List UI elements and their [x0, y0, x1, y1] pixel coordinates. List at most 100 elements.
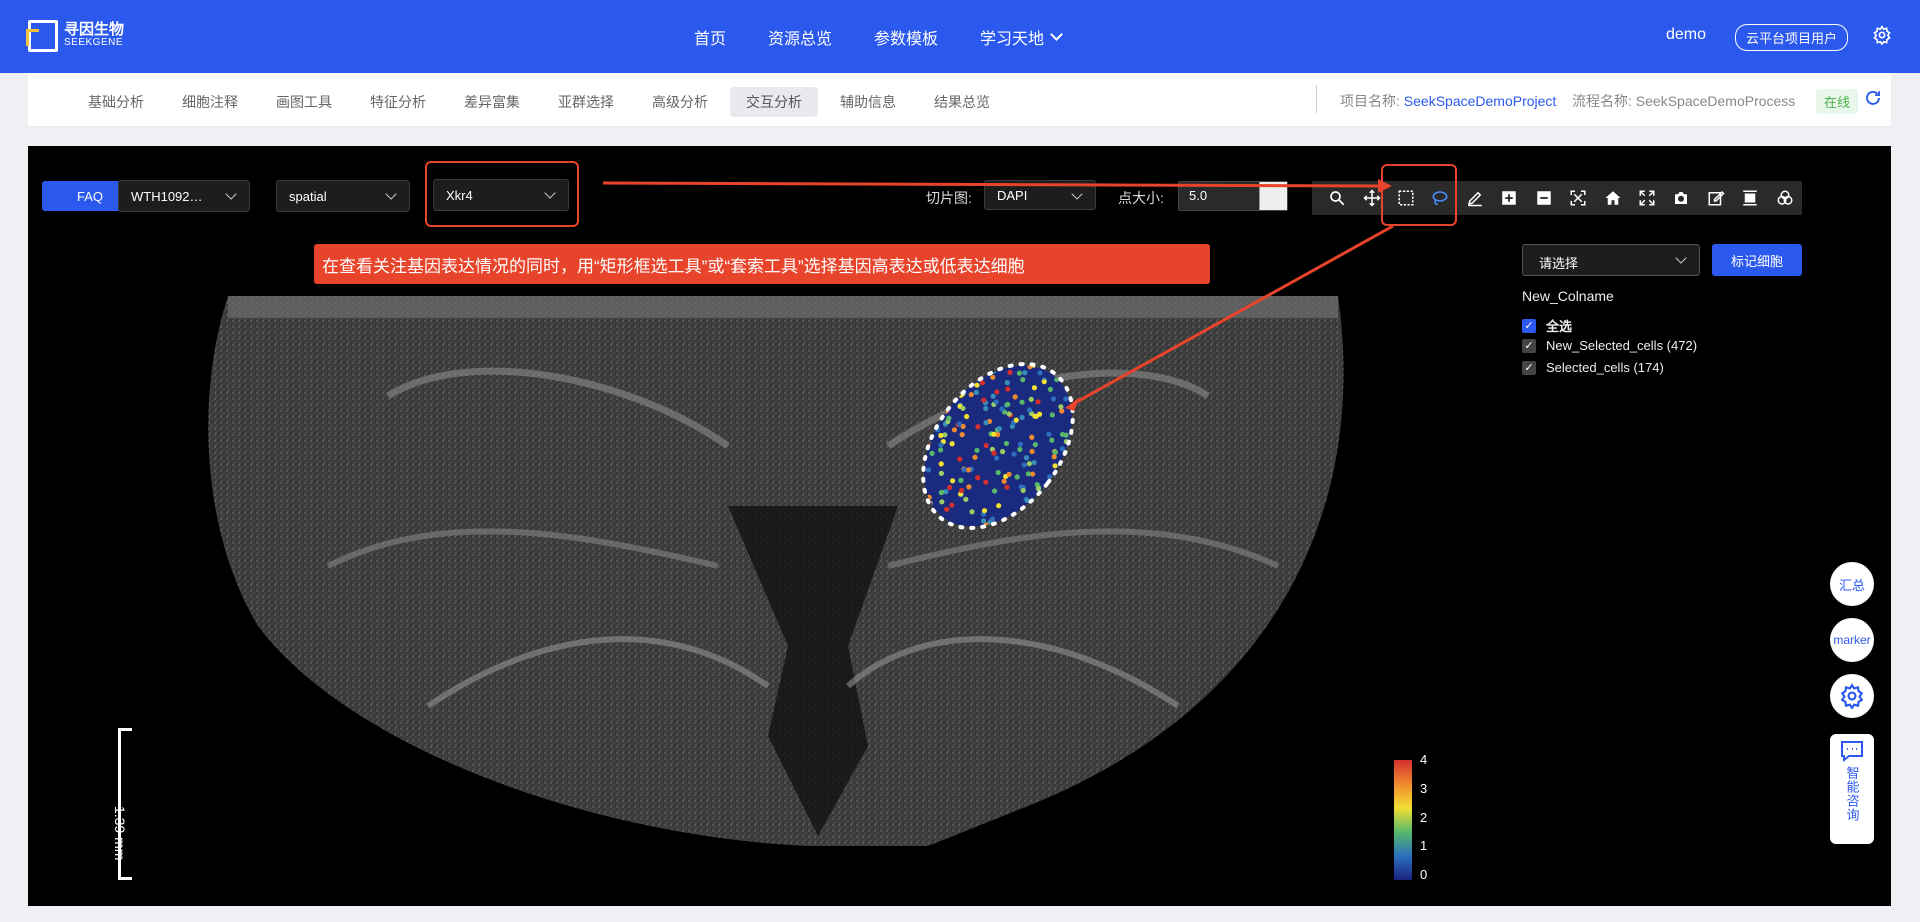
cell-dot — [1058, 404, 1064, 410]
project-value[interactable]: SeekSpaceDemoProject — [1404, 93, 1557, 109]
divider — [1316, 85, 1317, 113]
cell-dot — [938, 461, 944, 467]
cell-dot — [990, 374, 996, 380]
cell-dot — [1037, 370, 1043, 376]
tab-results[interactable]: 结果总览 — [918, 87, 1006, 117]
scale-label: 1.39 mm — [112, 806, 128, 861]
cell-dot — [1005, 386, 1011, 392]
cell-dot — [1029, 434, 1035, 440]
gear-icon[interactable] — [1872, 25, 1892, 45]
settings-button[interactable] — [1830, 674, 1874, 718]
nav-learning[interactable]: 学习天地 — [980, 25, 1063, 49]
cell-dot — [949, 441, 955, 447]
arrowhead — [1378, 179, 1392, 193]
cell-dot — [981, 508, 988, 514]
tab-subcluster[interactable]: 亚群选择 — [542, 87, 630, 117]
cell-dot — [983, 479, 989, 485]
tab-diff[interactable]: 差异富集 — [448, 87, 536, 117]
cell-dot — [946, 415, 952, 421]
cell-dot — [963, 496, 969, 502]
cell-dot — [994, 389, 1000, 395]
cell-dot — [961, 467, 967, 473]
smart-consult-button[interactable]: 智能咨询 — [1830, 734, 1874, 844]
brand-logo[interactable]: 寻因生物 SEEKGENE — [26, 20, 124, 52]
annotation-arrow — [602, 181, 1379, 188]
logo-icon — [26, 20, 58, 52]
tab-advanced[interactable]: 高级分析 — [636, 87, 724, 117]
cell-dot — [939, 489, 945, 495]
cell-dot — [959, 432, 965, 438]
cell-dot — [1017, 441, 1024, 447]
marker-button[interactable]: marker — [1830, 618, 1874, 662]
checkbox-checked-icon[interactable]: ✓ — [1522, 360, 1536, 375]
checkbox-checked-icon[interactable]: ✓ — [1522, 318, 1536, 333]
checkbox-checked-icon[interactable]: ✓ — [1522, 338, 1536, 353]
project-label: 项目名称: — [1340, 93, 1400, 109]
cell-dot — [989, 516, 996, 522]
cell-dot — [959, 487, 965, 494]
cell-dot — [1031, 385, 1038, 391]
cell-dot — [974, 382, 980, 388]
cell-dot — [980, 518, 987, 524]
cell-dot — [1052, 463, 1058, 469]
cell-dot — [1046, 431, 1052, 437]
cell-dot — [983, 405, 989, 412]
cell-dot — [925, 467, 932, 473]
cell-dot — [983, 420, 989, 426]
group-select-placeholder: 请选择 — [1539, 256, 1579, 271]
cell-dot — [1001, 478, 1007, 484]
group-row[interactable]: ✓ New_Selected_cells (472) — [1522, 338, 1697, 353]
tab-basic[interactable]: 基础分析 — [72, 87, 160, 117]
cell-dot — [1020, 377, 1026, 383]
cell-dot — [1059, 431, 1066, 438]
cell-dot — [1032, 413, 1038, 419]
cell-dot — [1026, 407, 1033, 413]
project-name: 项目名称: SeekSpaceDemoProject — [1340, 91, 1556, 111]
refresh-icon[interactable] — [1864, 89, 1882, 107]
cell-dot — [999, 449, 1006, 455]
group-select[interactable]: 请选择 — [1522, 244, 1700, 276]
tab-feature[interactable]: 特征分析 — [354, 87, 442, 117]
cell-dot — [993, 399, 999, 405]
group-row[interactable]: ✓ Selected_cells (174) — [1522, 360, 1664, 375]
cell-dot — [1011, 451, 1017, 457]
cell-dot — [1019, 414, 1025, 421]
cell-dot — [1049, 412, 1055, 418]
nav-templates[interactable]: 参数模板 — [874, 25, 938, 49]
cell-dot — [1032, 442, 1038, 448]
cell-dot — [983, 442, 989, 449]
tab-plot-tools[interactable]: 画图工具 — [260, 87, 348, 117]
tab-aux[interactable]: 辅助信息 — [824, 87, 912, 117]
cell-dot — [938, 432, 944, 439]
cell-dot — [1052, 449, 1058, 455]
cell-dot — [996, 503, 1002, 509]
flow-value: SeekSpaceDemoProcess — [1635, 93, 1796, 109]
cell-dot — [991, 431, 997, 437]
cell-dot — [981, 397, 987, 403]
select-all-row[interactable]: ✓ 全选 — [1522, 316, 1572, 335]
cell-dot — [1023, 455, 1030, 461]
nav-resources[interactable]: 资源总览 — [768, 25, 832, 49]
cell-dot — [951, 427, 958, 433]
smart-consult-label: 智能咨询 — [1844, 766, 1860, 822]
tab-annotation[interactable]: 细胞注释 — [166, 87, 254, 117]
nav-home[interactable]: 首页 — [694, 25, 726, 49]
cell-dot — [990, 393, 996, 399]
cell-dot — [929, 450, 935, 456]
colorbar-tick: 1 — [1420, 838, 1428, 854]
chat-icon — [1841, 741, 1863, 762]
cell-dot — [999, 406, 1005, 412]
analysis-subbar: 基础分析 细胞注释 画图工具 特征分析 差异富集 亚群选择 高级分析 交互分析 … — [28, 73, 1891, 127]
gear-icon — [1840, 683, 1864, 709]
brand-en: SEEKGENE — [64, 37, 124, 48]
colorbar-tick: 4 — [1420, 752, 1428, 767]
mark-cells-button[interactable]: 标记细胞 — [1712, 244, 1802, 276]
user-name[interactable]: demo — [1666, 26, 1706, 44]
flow-name: 流程名称: SeekSpaceDemoProcess — [1572, 91, 1795, 111]
summary-button[interactable]: 汇总 — [1830, 562, 1874, 606]
cell-dot — [939, 499, 945, 505]
tab-interactive[interactable]: 交互分析 — [730, 87, 818, 117]
cell-dot — [964, 413, 970, 420]
cell-dot — [1019, 399, 1025, 405]
cell-dot — [1036, 411, 1043, 417]
